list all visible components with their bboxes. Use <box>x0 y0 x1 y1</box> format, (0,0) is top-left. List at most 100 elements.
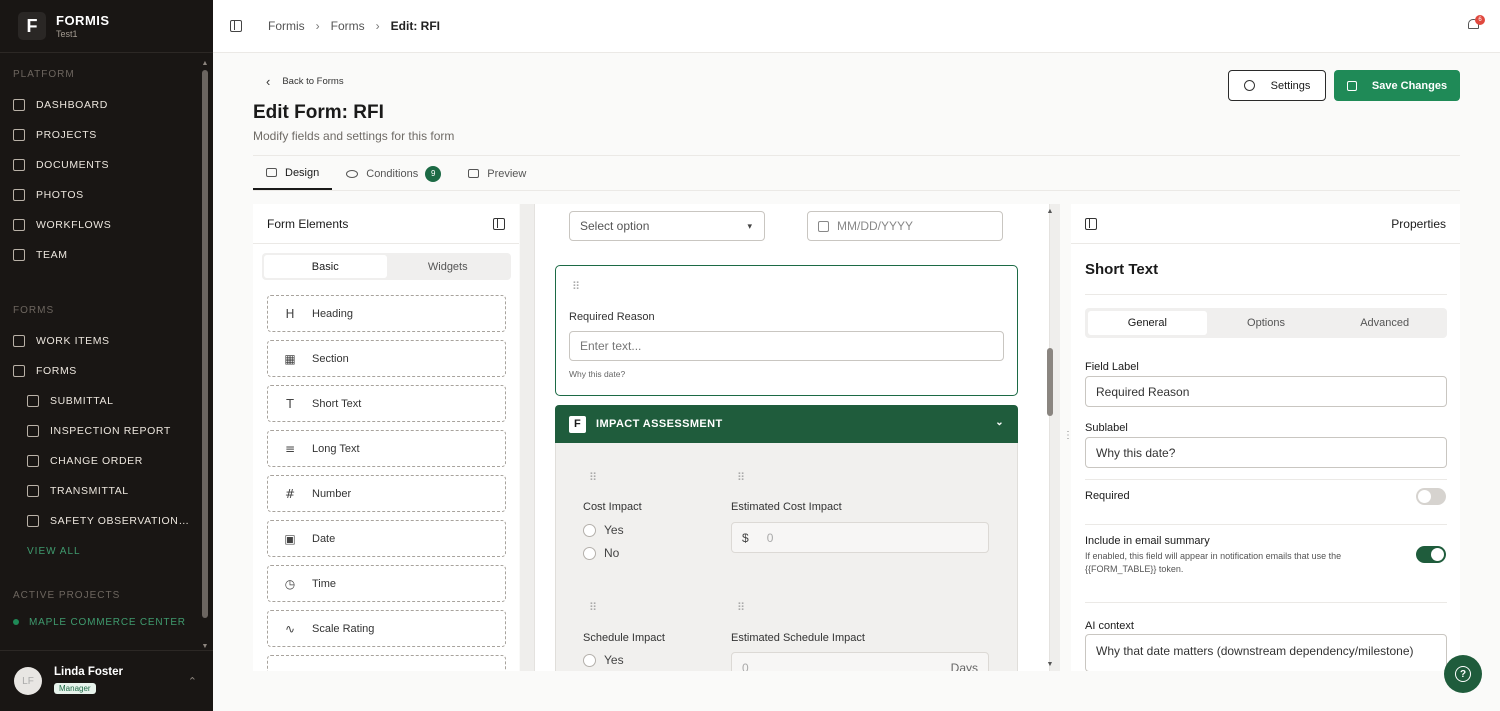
scroll-up-icon[interactable]: ▲ <box>201 60 209 67</box>
select-field[interactable]: Select option ▾ <box>569 211 765 241</box>
text-input[interactable]: Enter text... <box>569 331 1004 361</box>
user-menu[interactable]: LF Linda Foster Manager ⌃ <box>0 650 213 711</box>
estimated-cost-input[interactable]: $ 0 <box>731 522 989 553</box>
tab-advanced[interactable]: Advanced <box>1325 311 1444 335</box>
tab-general[interactable]: General <box>1088 311 1207 335</box>
sidebar-item-submittal[interactable]: SUBMITTAL <box>0 386 200 416</box>
estimated-cost-label: Estimated Cost Impact <box>731 501 842 513</box>
canvas-scrollbar[interactable]: ▲ ▼ <box>1045 208 1055 668</box>
conditions-count-badge: 9 <box>425 165 442 182</box>
gear-icon <box>1243 80 1255 91</box>
page-title: Edit Form: RFI <box>253 102 384 123</box>
scrollbar-thumb[interactable] <box>1047 348 1053 416</box>
section-body: ⠿ ⠿ Cost Impact Yes No Estimated Cost Im… <box>555 443 1018 671</box>
brand-name: FORMIS <box>56 13 110 28</box>
avatar: LF <box>14 667 42 695</box>
hash-icon: # <box>284 486 296 501</box>
help-button[interactable]: ? <box>1444 655 1482 693</box>
collapse-panel-icon[interactable] <box>1085 217 1097 230</box>
breadcrumb-forms[interactable]: Forms <box>331 19 365 33</box>
sidebar-item-change-order[interactable]: CHANGE ORDER <box>0 446 200 476</box>
properties-tabs: General Options Advanced <box>1085 308 1447 338</box>
element-scale-rating[interactable]: ∿ Scale Rating <box>267 610 506 647</box>
field-label-input[interactable]: Required Reason <box>1085 376 1447 407</box>
selected-field-card[interactable]: ⠿ Required Reason Enter text... Why this… <box>555 265 1018 396</box>
element-date[interactable]: ▣ Date <box>267 520 506 557</box>
view-all-link[interactable]: VIEW ALL <box>0 536 200 566</box>
sidebar-item-team[interactable]: TEAM <box>0 240 200 270</box>
sidebar-item-dashboard[interactable]: DASHBOARD <box>0 90 200 120</box>
tab-design[interactable]: Design <box>253 157 333 190</box>
sublabel-input[interactable]: Why this date? <box>1085 437 1447 468</box>
estimated-schedule-input[interactable]: 0 Days <box>731 652 989 671</box>
radio-icon <box>583 546 596 560</box>
drag-handle-icon[interactable]: ⠿ <box>589 473 597 484</box>
paragraph-icon: ≡ <box>284 441 296 456</box>
properties-panel: Properties Short Text General Options Ad… <box>1071 204 1460 671</box>
sidebar-item-photos[interactable]: PHOTOS <box>0 180 200 210</box>
element-heading[interactable]: H Heading <box>267 295 506 332</box>
seg-widgets[interactable]: Widgets <box>387 255 510 278</box>
collapse-panel-icon[interactable] <box>493 217 505 230</box>
save-icon <box>1346 80 1357 91</box>
brand[interactable]: F FORMIS Test1 <box>0 0 213 53</box>
scroll-down-icon[interactable]: ▼ <box>1045 661 1055 668</box>
section-header[interactable]: F IMPACT ASSESSMENT ⌄ <box>555 405 1018 443</box>
active-project-item[interactable]: MAPLE COMMERCE CENTER <box>0 609 200 635</box>
element-time[interactable]: ◷ Time <box>267 565 506 602</box>
element-section[interactable]: ▦ Section <box>267 340 506 377</box>
notifications-button[interactable]: 6 <box>1468 15 1485 32</box>
sidebar-item-workflows[interactable]: WORKFLOWS <box>0 210 200 240</box>
tab-conditions[interactable]: Conditions 9 <box>333 157 454 190</box>
element-short-text[interactable]: T Short Text <box>267 385 506 422</box>
drag-handle-icon[interactable]: ⠿ <box>737 473 745 484</box>
sidebar-item-inspection-report[interactable]: INSPECTION REPORT <box>0 416 200 446</box>
date-field[interactable]: MM/DD/YYYY <box>807 211 1003 241</box>
tab-options[interactable]: Options <box>1207 311 1326 335</box>
schedule-unit: Days <box>950 660 978 672</box>
seg-basic[interactable]: Basic <box>264 255 387 278</box>
file-icon <box>27 425 39 437</box>
tab-bar: Design Conditions 9 Preview <box>253 157 539 190</box>
cost-impact-yes-radio[interactable]: Yes <box>583 523 624 537</box>
settings-button[interactable]: Settings <box>1228 70 1326 101</box>
schedule-impact-yes-radio[interactable]: Yes <box>583 653 624 667</box>
drag-handle-icon[interactable]: ⠿ <box>737 603 745 614</box>
field-type-title: Short Text <box>1085 261 1159 278</box>
element-long-text[interactable]: ≡ Long Text <box>267 430 506 467</box>
ai-context-title: AI context <box>1085 620 1134 632</box>
notification-badge: 6 <box>1475 15 1485 25</box>
building-icon <box>13 129 25 141</box>
sidebar-item-documents[interactable]: DOCUMENTS <box>0 150 200 180</box>
back-to-forms-link[interactable]: ‹ Back to Forms <box>266 74 344 89</box>
calendar-icon: ▣ <box>284 531 296 546</box>
scrollbar-thumb[interactable] <box>202 70 208 618</box>
sidebar-item-safety-observation[interactable]: SAFETY OBSERVATION / IN... <box>0 506 200 536</box>
table-icon: ▦ <box>284 351 296 366</box>
required-toggle[interactable] <box>1416 488 1446 505</box>
save-changes-button[interactable]: Save Changes <box>1334 70 1460 101</box>
email-summary-toggle[interactable] <box>1416 546 1446 563</box>
estimated-schedule-label: Estimated Schedule Impact <box>731 632 865 644</box>
sidebar-item-transmittal[interactable]: TRANSMITTAL <box>0 476 200 506</box>
ai-context-textarea[interactable]: Why that date matters (downstream depend… <box>1085 634 1447 671</box>
element-number[interactable]: # Number <box>267 475 506 512</box>
tab-preview[interactable]: Preview <box>455 157 539 190</box>
sidebar-item-forms[interactable]: FORMS <box>0 356 200 386</box>
chevron-down-icon[interactable]: ⌄ <box>995 417 1004 428</box>
breadcrumb-formis[interactable]: Formis <box>268 19 305 33</box>
cost-impact-no-radio[interactable]: No <box>583 546 619 560</box>
sidebar-item-work-items[interactable]: WORK ITEMS <box>0 326 200 356</box>
element-next[interactable] <box>267 655 506 671</box>
sidebar-scrollbar[interactable]: ▲ ▼ <box>201 60 209 650</box>
divider <box>1085 479 1447 480</box>
drag-handle-icon[interactable]: ⠿ <box>572 282 580 293</box>
workspace-name: Test1 <box>56 29 78 39</box>
chevron-right-icon: › <box>315 19 320 33</box>
brand-logo: F <box>18 12 46 40</box>
drag-handle-icon[interactable]: ⠿ <box>589 603 597 614</box>
sidebar-item-projects[interactable]: PROJECTS <box>0 120 200 150</box>
scroll-up-icon[interactable]: ▲ <box>1045 208 1055 215</box>
sidebar-toggle-icon[interactable] <box>230 20 242 32</box>
scroll-down-icon[interactable]: ▼ <box>201 643 209 650</box>
